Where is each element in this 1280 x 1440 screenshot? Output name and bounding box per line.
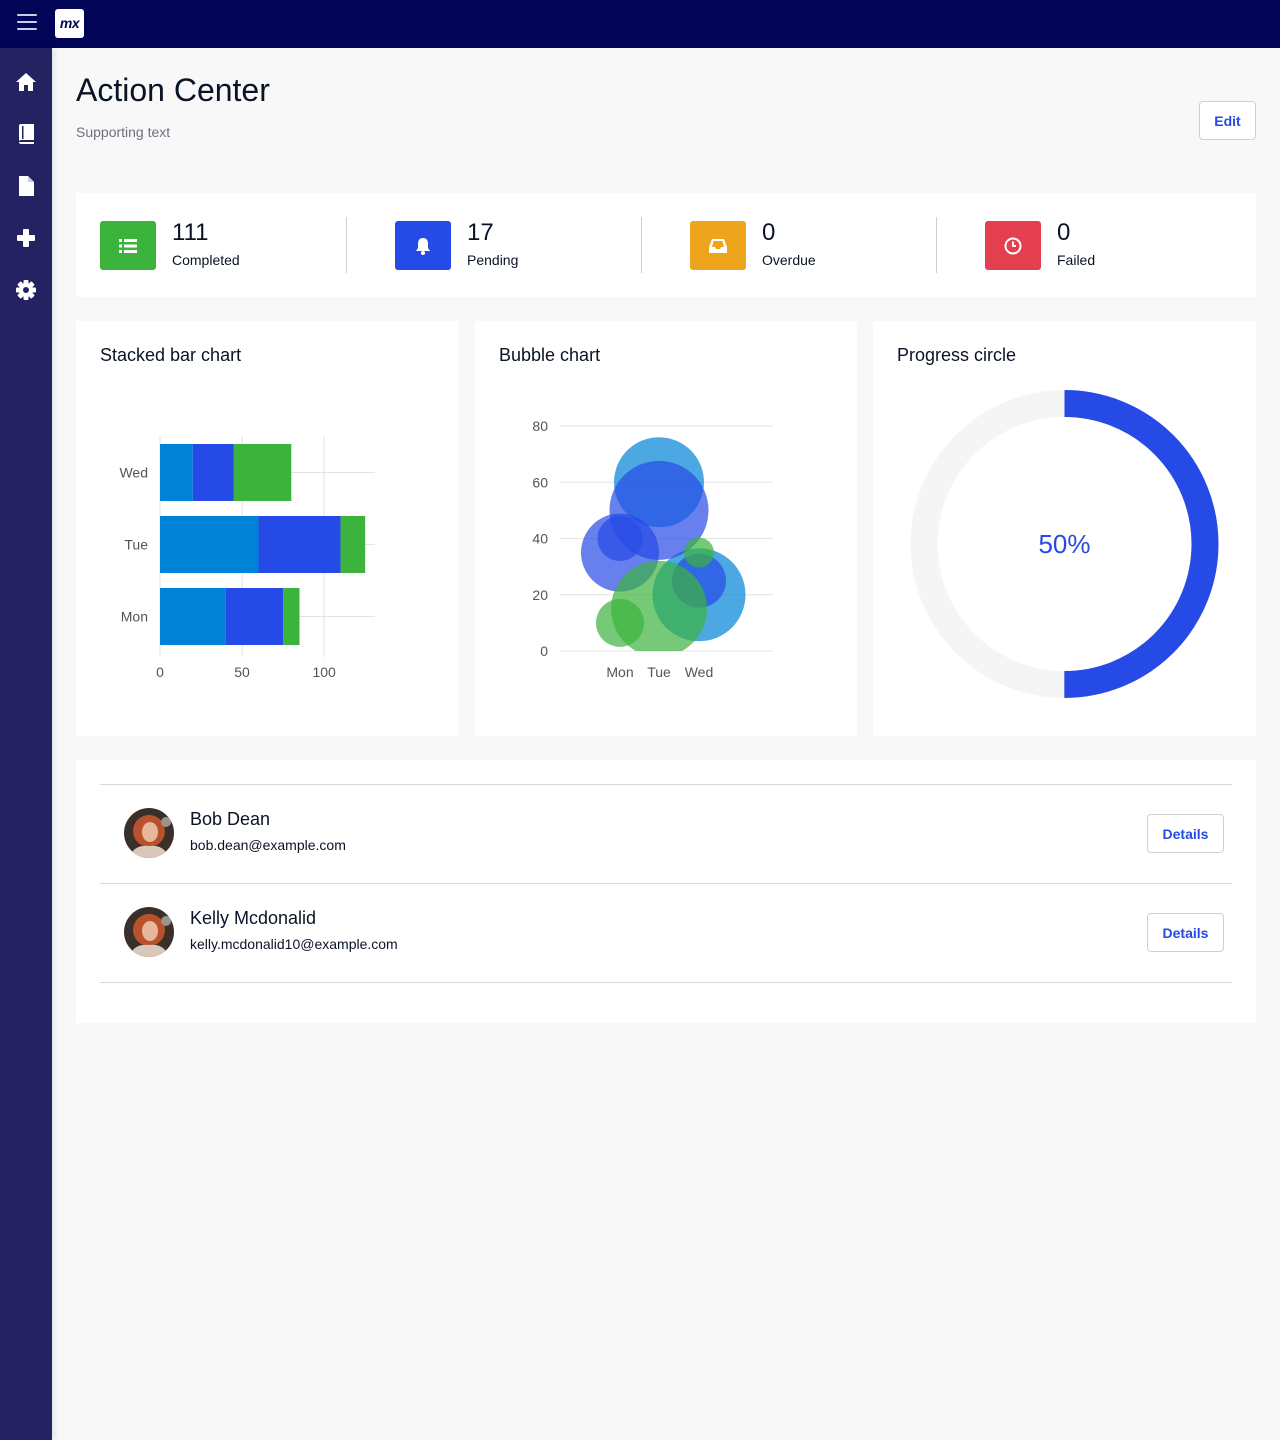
- y-tick-label: Mon: [121, 609, 148, 625]
- x-tick-label: 0: [156, 664, 164, 680]
- y-tick-label: 0: [540, 643, 548, 659]
- people-list-card: Bob Dean bob.dean@example.com Details Ke…: [76, 760, 1256, 1023]
- hamburger-menu-icon[interactable]: [17, 14, 37, 32]
- page-subtitle: Supporting text: [76, 124, 171, 140]
- x-tick-label: 100: [312, 664, 336, 680]
- edit-button[interactable]: Edit: [1199, 101, 1256, 140]
- stat-overdue: 0 Overdue: [690, 217, 940, 273]
- app-logo[interactable]: mx: [55, 9, 84, 38]
- y-tick-label: 40: [532, 531, 548, 547]
- stat-completed: 111 Completed: [100, 217, 350, 273]
- stat-value: 17: [467, 219, 494, 246]
- bar-segment: [233, 444, 292, 501]
- stat-divider: [346, 217, 347, 273]
- card-title: Stacked bar chart: [100, 345, 242, 365]
- x-tick-label: 50: [234, 664, 250, 680]
- x-tick-label: Tue: [647, 664, 671, 680]
- book-icon[interactable]: [13, 121, 39, 147]
- x-tick-label: Mon: [606, 664, 633, 680]
- list-icon: [100, 221, 156, 270]
- card-title: Progress circle: [897, 345, 1017, 365]
- stat-value: 0: [1057, 219, 1071, 246]
- bar-segment: [192, 444, 234, 501]
- stat-divider: [936, 217, 937, 273]
- divider: [100, 982, 1232, 983]
- clock-icon: [985, 221, 1041, 270]
- progress-circle-card: Progress circle 50%: [873, 321, 1256, 736]
- list-item: Bob Dean bob.dean@example.com Details: [100, 784, 1232, 883]
- bar-segment: [160, 444, 193, 501]
- avatar: [124, 907, 174, 957]
- y-tick-label: 60: [532, 474, 548, 490]
- bar-segment: [283, 588, 300, 645]
- person-name: Bob Dean: [190, 809, 271, 829]
- card-title: Bubble chart: [499, 345, 601, 365]
- stat-value: 111: [172, 219, 209, 246]
- bubble: [684, 537, 714, 568]
- bubble-chart: 0 20 40 60 80 Mon Tue Wed: [532, 418, 773, 680]
- bubble: [611, 560, 707, 651]
- list-item: Kelly Mcdonalid kelly.mcdonalid10@exampl…: [100, 883, 1232, 982]
- progress-label: 50%: [1038, 529, 1090, 559]
- details-button[interactable]: Details: [1147, 913, 1224, 952]
- bar-segment: [225, 588, 284, 645]
- details-button[interactable]: Details: [1147, 814, 1224, 853]
- stat-label: Pending: [467, 252, 519, 268]
- sidebar: [0, 48, 52, 1440]
- person-email: bob.dean@example.com: [190, 837, 346, 853]
- top-bar: mx: [0, 0, 1280, 48]
- bar-segment: [160, 588, 226, 645]
- y-tick-label: 20: [532, 587, 548, 603]
- inbox-icon: [690, 221, 746, 270]
- gear-icon[interactable]: [13, 277, 39, 303]
- stat-label: Overdue: [762, 252, 816, 268]
- bar-segment: [258, 516, 341, 573]
- bubble-chart-card: Bubble chart 0 20 40 60 80 Mon Tue Wed: [475, 321, 857, 736]
- stats-card: 111 Completed 17 Pending 0 Overdue 0 Fai…: [76, 193, 1256, 297]
- stat-label: Failed: [1057, 252, 1096, 268]
- stat-failed: 0 Failed: [985, 217, 1235, 273]
- x-tick-label: Wed: [685, 664, 714, 680]
- y-tick-label: Wed: [119, 465, 148, 481]
- plus-icon[interactable]: [13, 225, 39, 251]
- progress-circle: 50%: [910, 390, 1219, 698]
- file-icon[interactable]: [13, 173, 39, 199]
- stat-divider: [641, 217, 642, 273]
- stacked-bar-chart-card: Stacked bar chart 0 50 100 Mon Tue Wed: [76, 321, 459, 736]
- y-tick-label: 80: [532, 418, 548, 434]
- stat-pending: 17 Pending: [395, 217, 645, 273]
- stat-label: Completed: [172, 252, 240, 268]
- page-title: Action Center: [76, 72, 270, 108]
- stacked-bar-chart: 0 50 100 Mon Tue Wed: [119, 436, 375, 680]
- home-icon[interactable]: [13, 69, 39, 95]
- avatar: [124, 808, 174, 858]
- person-email: kelly.mcdonalid10@example.com: [190, 936, 398, 952]
- bell-icon: [395, 221, 451, 270]
- person-name: Kelly Mcdonalid: [190, 908, 317, 928]
- stat-value: 0: [762, 219, 776, 246]
- y-tick-label: Tue: [124, 537, 148, 553]
- bar-segment: [340, 516, 366, 573]
- bar-segment: [160, 516, 259, 573]
